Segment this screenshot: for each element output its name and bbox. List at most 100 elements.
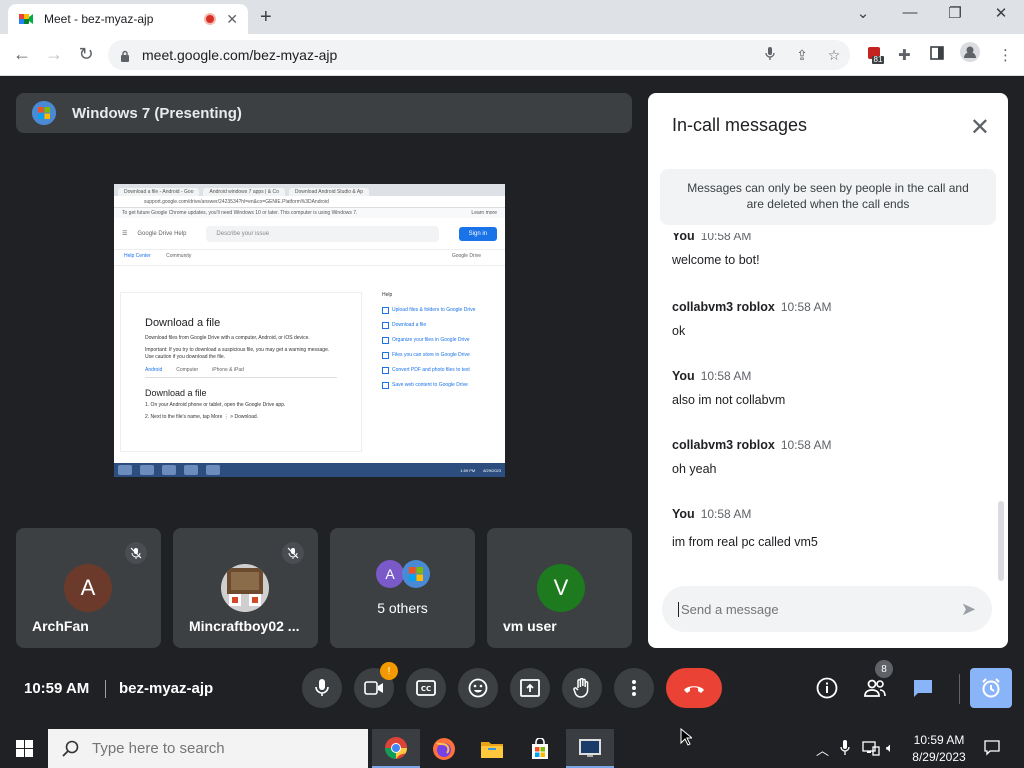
present-button[interactable] — [510, 668, 550, 708]
message-time: 10:58 AM — [700, 369, 752, 383]
browser-tab-bar: Meet - bez-myaz-ajp ✕ + ⌄ — ❐ ✕ — [0, 0, 1024, 34]
forward-icon[interactable]: → — [42, 44, 66, 65]
star-icon[interactable]: ☆ — [818, 47, 850, 64]
firefox-taskbar-icon[interactable] — [420, 729, 468, 768]
start-button[interactable] — [0, 729, 48, 768]
back-icon[interactable]: ← — [10, 44, 34, 65]
leave-call-button[interactable] — [666, 668, 722, 708]
participant-tile-others[interactable]: A 5 others — [330, 528, 475, 648]
windows-taskbar: ︿ 🔈︎ 10:59 AM 8/29/2023 — [0, 729, 1024, 768]
windows-logo-icon — [32, 101, 56, 125]
shared-subtab: iPhone & iPad — [212, 367, 244, 373]
chat-message: You 10:58 AM welcome to bot! — [672, 233, 992, 267]
shared-sidebar: Help Upload files & folders to Google Dr… — [382, 292, 492, 397]
notification-icon[interactable] — [984, 740, 1000, 759]
shared-step: 1. On your Android phone or tablet, open… — [145, 402, 286, 408]
avatar: A — [376, 560, 404, 588]
chat-message: collabvm3 roblox 10:58 AM oh yeah — [672, 436, 992, 476]
camera-alert-badge: ! — [380, 662, 398, 680]
restore-icon[interactable]: ❐ — [940, 4, 970, 22]
chat-messages: You 10:58 AM welcome to bot! collabvm3 ro… — [672, 233, 992, 573]
shared-nav: Help Center Community Google Drive — [114, 250, 505, 266]
shared-info-text: To get future Google Chrome updates, you… — [122, 210, 358, 216]
store-taskbar-icon[interactable] — [516, 729, 564, 768]
kebab-menu-icon[interactable]: ⋮ — [998, 46, 1013, 64]
activities-button[interactable] — [970, 668, 1012, 708]
reload-icon[interactable]: ↻ — [74, 44, 98, 65]
taskbar-search-box[interactable] — [48, 729, 368, 768]
share-icon[interactable]: ⇪ — [786, 47, 818, 64]
participant-tile[interactable]: A ArchFan — [16, 528, 161, 648]
shared-help-header: ☰ Google Drive Help Describe your issue … — [114, 218, 505, 250]
sidebar-icon[interactable] — [930, 46, 944, 64]
shared-time: 1:59 PM — [460, 467, 476, 473]
captions-button[interactable]: CC — [406, 668, 446, 708]
shared-step: 2. Next to the file's name, tap More ⋮ >… — [145, 414, 259, 420]
divider — [959, 674, 960, 704]
participant-tile[interactable]: Mincraftboy02 ... — [173, 528, 318, 648]
message-text: ok — [672, 324, 686, 338]
extensions-puzzle-icon[interactable]: ✚ — [898, 46, 911, 64]
chat-button[interactable] — [907, 672, 939, 704]
minimize-icon[interactable]: — — [895, 4, 925, 21]
browser-tab-meet[interactable]: Meet - bez-myaz-ajp ✕ — [8, 4, 248, 34]
volume-icon[interactable]: 🔈︎ — [886, 740, 894, 756]
taskbar-search-input[interactable] — [92, 740, 352, 757]
avatar: V — [537, 564, 585, 612]
meet-stage: Windows 7 (Presenting) Download a file -… — [0, 77, 1024, 729]
shared-app-icon — [162, 465, 176, 475]
raise-hand-button[interactable] — [562, 668, 602, 708]
chat-title: In-call messages — [672, 115, 808, 135]
mic-off-icon — [282, 542, 304, 564]
microphone-tray-icon[interactable] — [840, 740, 850, 759]
mic-icon[interactable] — [754, 46, 786, 64]
shared-article-p1: Download files from Google Drive with a … — [145, 335, 310, 341]
shared-tab: Android windows 7 apps | & Co — [203, 188, 285, 196]
mic-off-icon — [125, 542, 147, 564]
tab-search-icon[interactable]: ⌄ — [848, 4, 878, 22]
new-tab-icon[interactable]: + — [260, 6, 272, 29]
shared-help-title: Google Drive Help — [137, 230, 187, 237]
people-button[interactable]: 8 — [859, 660, 893, 704]
chrome-taskbar-icon[interactable] — [372, 729, 420, 768]
message-sender: You — [672, 369, 695, 383]
shared-nav-right: Google Drive — [451, 253, 481, 259]
shared-url: support.google.com/drive/answer/2423534?… — [114, 196, 505, 208]
info-icon — [816, 677, 838, 699]
participant-tile[interactable]: V vm user — [487, 528, 632, 648]
send-icon[interactable]: ➤ — [961, 599, 976, 620]
microphone-button[interactable] — [302, 668, 342, 708]
mic-icon — [315, 679, 329, 696]
chat-scrollbar[interactable] — [998, 501, 1004, 581]
camera-button[interactable]: ! — [354, 662, 398, 708]
chat-input[interactable] — [678, 601, 961, 617]
tab-title: Meet - bez-myaz-ajp — [44, 12, 154, 26]
meeting-details-button[interactable] — [811, 672, 843, 704]
show-hidden-icons[interactable]: ︿ — [816, 740, 829, 759]
vm-taskbar-icon[interactable] — [566, 729, 614, 768]
shared-app-icon — [206, 465, 220, 475]
chat-input-box[interactable]: ➤ — [662, 586, 992, 632]
presenting-label: Windows 7 (Presenting) — [72, 104, 242, 122]
file-explorer-taskbar-icon[interactable] — [468, 729, 516, 768]
network-icon[interactable] — [862, 740, 880, 759]
message-text: welcome to bot! — [672, 253, 760, 267]
participant-name: ArchFan — [32, 618, 89, 634]
taskbar-clock[interactable]: 10:59 AM 8/29/2023 — [908, 732, 970, 766]
shared-app-icon — [140, 465, 154, 475]
message-sender: You — [672, 233, 695, 243]
reactions-button[interactable] — [458, 668, 498, 708]
close-icon[interactable]: ✕ — [970, 113, 990, 142]
lock-icon — [120, 49, 130, 62]
extension-icon[interactable]: 81 — [866, 46, 884, 68]
more-options-button[interactable] — [614, 668, 654, 708]
hang-up-icon — [684, 686, 704, 693]
shared-side-item: Convert PDF and photo files to text — [382, 367, 492, 374]
shared-screen: Download a file - Android - Goo Android … — [114, 184, 505, 477]
close-window-icon[interactable]: ✕ — [986, 4, 1016, 22]
omnibox[interactable]: meet.google.com/bez-myaz-ajp ⇪ ☆ — [108, 40, 850, 70]
close-tab-icon[interactable]: ✕ — [226, 11, 238, 28]
taskbar-time: 10:59 AM — [913, 733, 965, 747]
taskbar-date: 8/29/2023 — [912, 750, 966, 764]
profile-icon[interactable] — [960, 42, 980, 66]
